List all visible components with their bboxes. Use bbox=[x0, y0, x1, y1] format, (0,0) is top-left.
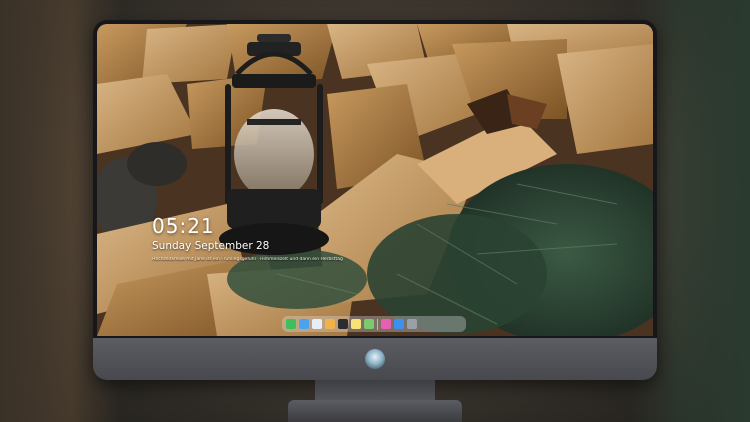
photos-icon[interactable] bbox=[325, 319, 335, 329]
wallpaper-firewood-lantern bbox=[97, 24, 653, 336]
lockscreen-date: Sunday September 28 bbox=[152, 240, 270, 252]
monitor-stand-base bbox=[288, 400, 462, 422]
monitor: 05:21 Sunday September 28 Hochzeitsreise… bbox=[93, 20, 657, 380]
screen: 05:21 Sunday September 28 Hochzeitsreise… bbox=[97, 24, 653, 336]
appstore-icon[interactable] bbox=[394, 319, 404, 329]
messages-icon[interactable] bbox=[286, 319, 296, 329]
camera-icon[interactable] bbox=[407, 319, 417, 329]
safari-icon[interactable] bbox=[312, 319, 322, 329]
lockscreen-time: 05:21 bbox=[152, 214, 215, 238]
maps-icon[interactable] bbox=[364, 319, 374, 329]
dock bbox=[282, 316, 466, 332]
itunes-icon[interactable] bbox=[381, 319, 391, 329]
finder-icon[interactable] bbox=[299, 319, 309, 329]
brand-logo-icon bbox=[365, 349, 385, 369]
notes-icon[interactable] bbox=[351, 319, 361, 329]
dock-separator bbox=[377, 318, 378, 330]
monitor-stand-neck bbox=[315, 380, 435, 402]
monitor-chin bbox=[93, 338, 657, 380]
clapperboard-icon[interactable] bbox=[338, 319, 348, 329]
lockscreen-quote: Hochzeitsreise mit Jane ist ein Frühling… bbox=[152, 257, 343, 262]
